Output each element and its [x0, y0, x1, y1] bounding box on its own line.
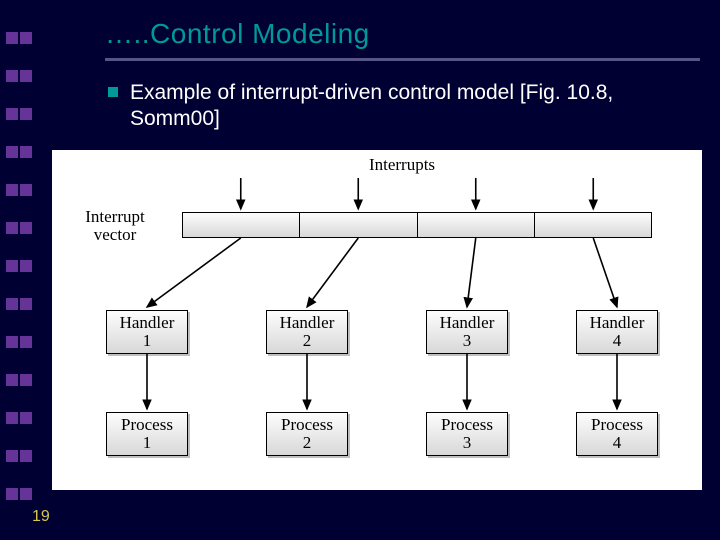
slide: …..Control Modeling Example of interrupt… [0, 0, 720, 540]
side-square [20, 260, 32, 272]
bullet-item: Example of interrupt-driven control mode… [108, 80, 668, 133]
diagram-arrows [52, 150, 702, 490]
side-square [6, 450, 18, 462]
side-square [20, 488, 32, 500]
side-square [20, 222, 32, 234]
side-square [6, 260, 18, 272]
side-square [6, 488, 18, 500]
slide-title: …..Control Modeling [105, 18, 370, 50]
page-number: 19 [32, 508, 50, 526]
side-square [6, 32, 18, 44]
side-square [6, 222, 18, 234]
bullet-icon [108, 87, 118, 97]
bullet-text: Example of interrupt-driven control mode… [130, 80, 668, 133]
side-square [20, 450, 32, 462]
side-square [6, 70, 18, 82]
side-square [20, 374, 32, 386]
diagram-panel: Interrupts Interrupt vector Handler 1Pro… [52, 150, 702, 490]
side-square [20, 70, 32, 82]
side-square [6, 412, 18, 424]
side-square [20, 298, 32, 310]
side-square [20, 336, 32, 348]
side-square [20, 146, 32, 158]
side-square [6, 108, 18, 120]
side-square [20, 412, 32, 424]
side-square [6, 184, 18, 196]
side-square [20, 108, 32, 120]
title-underline [105, 58, 700, 61]
side-square [6, 336, 18, 348]
side-square [20, 32, 32, 44]
side-square [6, 146, 18, 158]
side-decoration [0, 0, 36, 540]
side-square [6, 298, 18, 310]
side-square [20, 184, 32, 196]
side-square [6, 374, 18, 386]
